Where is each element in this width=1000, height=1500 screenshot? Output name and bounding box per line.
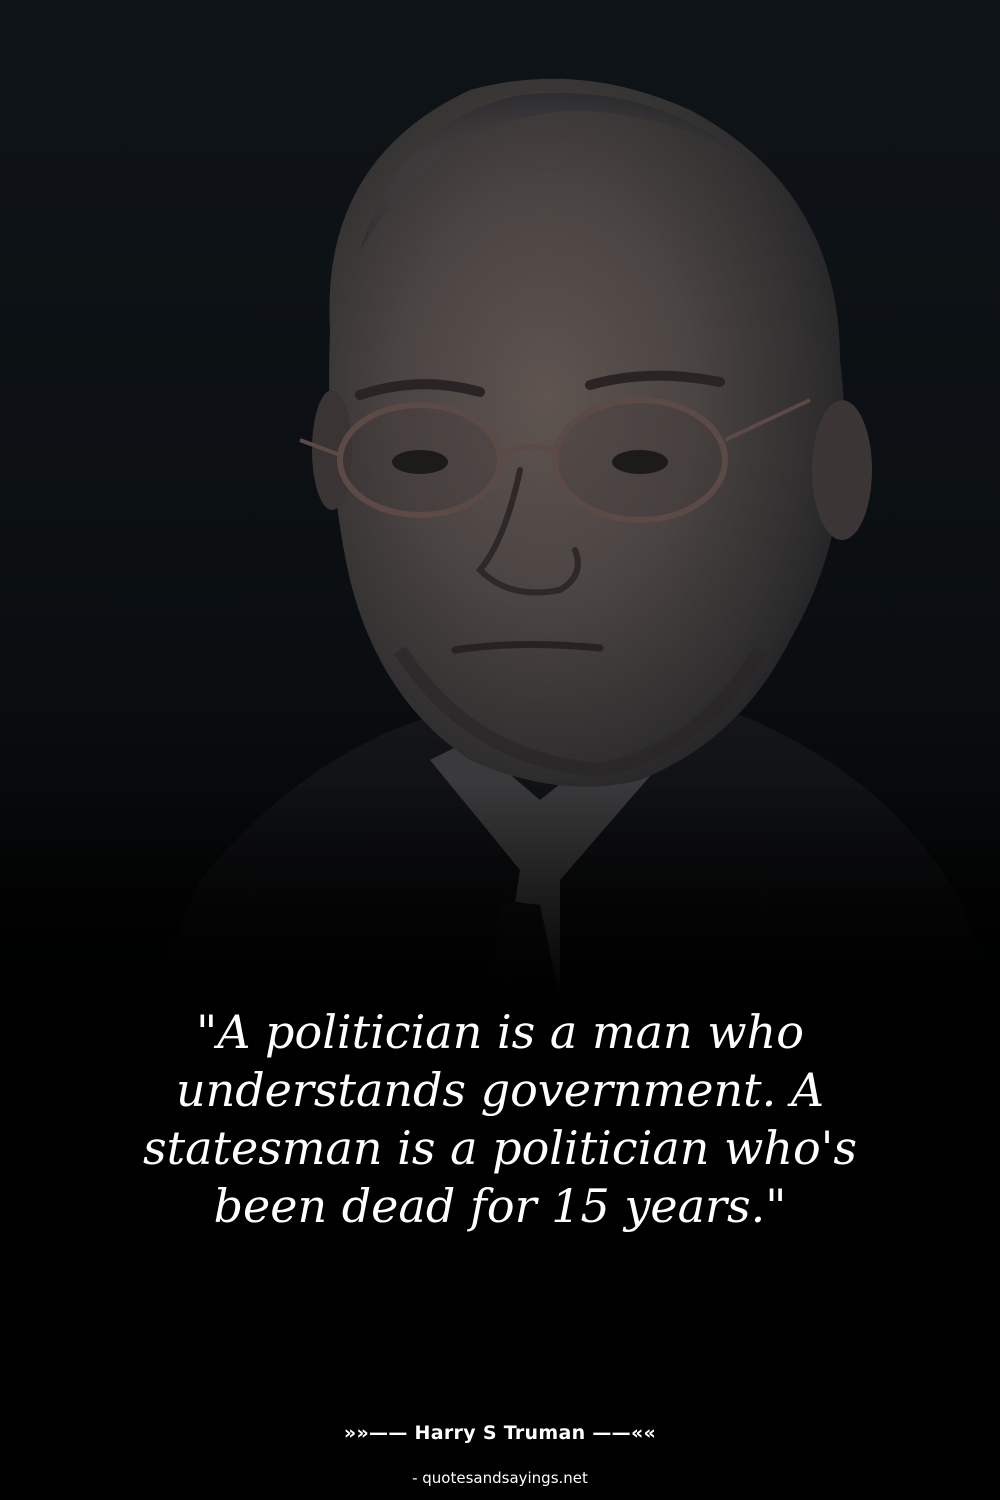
quote-card: "A politician is a man who understands g… xyxy=(0,0,1000,1500)
quote-text: "A politician is a man who understands g… xyxy=(143,1005,857,1233)
portrait-photo xyxy=(0,0,1000,1000)
source-watermark: - quotesandsayings.net xyxy=(412,1469,588,1487)
author-attribution: »»—— Harry S Truman ——«« xyxy=(343,1422,657,1444)
